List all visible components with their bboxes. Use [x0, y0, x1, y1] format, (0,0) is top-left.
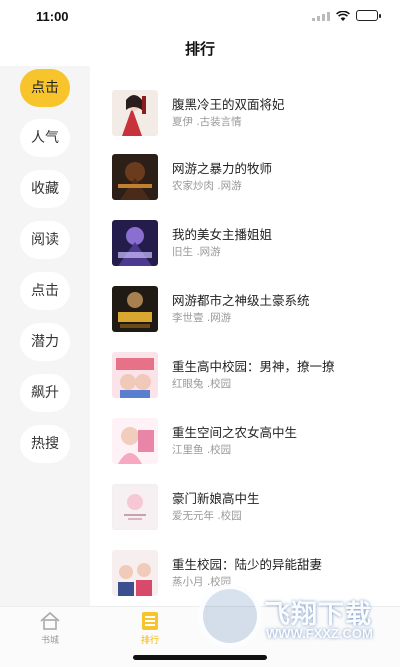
- book-title: 我的美女主播姐姐: [172, 227, 273, 242]
- tab-ranking[interactable]: 排行: [130, 611, 170, 646]
- book-item[interactable]: 网游之暴力的牧师 农家炒肉 .网游: [90, 154, 400, 220]
- book-meta: 江里鱼 .校园: [172, 444, 232, 456]
- status-time: 11:00: [36, 9, 69, 24]
- page-title: 排行: [184, 40, 215, 58]
- watermark: 飞翔下载 WWW.FXXZ.COM: [198, 582, 398, 652]
- book-cover: [112, 418, 158, 464]
- book-meta: 李世壹 .网游: [172, 312, 232, 324]
- book-item[interactable]: 我的美女主播姐姐 旧生 .网游: [90, 220, 400, 286]
- sidebar-item-hot-search[interactable]: 热搜: [20, 425, 70, 463]
- list-icon: [142, 612, 158, 630]
- book-title: 腹黑冷王的双面将妃: [172, 97, 285, 112]
- signal-icon: [312, 11, 330, 21]
- book-cover: [112, 286, 158, 332]
- nav-bar: 排行: [0, 32, 400, 66]
- status-bar: 11:00: [0, 0, 400, 32]
- battery-icon: [356, 10, 381, 21]
- book-title: 网游之暴力的牧师: [172, 161, 273, 176]
- sidebar-item-rising[interactable]: 飙升: [20, 374, 70, 412]
- book-title: 重生高中校园：男神，撩一撩: [172, 359, 335, 374]
- book-cover: [112, 484, 158, 530]
- book-item[interactable]: 豪门新娘高中生 爱无元年 .校园: [90, 484, 400, 550]
- sidebar-item-reads[interactable]: 阅读: [20, 221, 70, 259]
- book-cover: [112, 90, 158, 136]
- book-title: 豪门新娘高中生: [172, 491, 260, 506]
- book-item[interactable]: 腹黑冷王的双面将妃 夏伊 .古装言情: [90, 90, 400, 156]
- book-item[interactable]: 网游都市之神级土豪系统 李世壹 .网游: [90, 286, 400, 352]
- book-item[interactable]: 重生高中校园：男神，撩一撩 红眼兔 .校园: [90, 352, 400, 418]
- sidebar-item-potential[interactable]: 潜力: [20, 323, 70, 361]
- book-title: 重生校园：陆少的异能甜妻: [172, 557, 323, 572]
- wifi-icon: [336, 10, 350, 21]
- ranking-sidebar: 点击 人气 收藏 阅读 点击 潜力 飙升 热搜: [0, 66, 90, 606]
- watermark-url: WWW.FXXZ.COM: [266, 626, 373, 641]
- book-meta: 夏伊 .古装言情: [172, 116, 242, 128]
- status-icons: [312, 10, 381, 21]
- book-list: 腹黑冷王的双面将妃 夏伊 .古装言情 网游之暴力的牧师 农家炒肉 .网游 我的美…: [90, 66, 400, 606]
- tab-label: 书城: [40, 636, 59, 646]
- book-cover: [112, 154, 158, 200]
- home-indicator: [133, 655, 267, 660]
- tab-bookstore[interactable]: 书城: [30, 611, 70, 646]
- sidebar-item-popularity[interactable]: 人气: [20, 119, 70, 157]
- book-title: 重生空间之农女高中生: [172, 425, 298, 440]
- book-cover: [112, 352, 158, 398]
- book-cover: [112, 550, 158, 596]
- book-meta: 红眼兔 .校园: [172, 378, 232, 390]
- tab-label: 排行: [140, 636, 159, 646]
- book-meta: 爱无元年 .校园: [172, 510, 242, 522]
- sidebar-item-favorites[interactable]: 收藏: [20, 170, 70, 208]
- book-meta: 旧生 .网游: [172, 246, 221, 258]
- book-cover: [112, 220, 158, 266]
- sidebar-item-clicks-2[interactable]: 点击: [20, 272, 70, 310]
- book-title: 网游都市之神级土豪系统: [172, 293, 310, 308]
- sidebar-item-clicks[interactable]: 点击: [20, 69, 70, 107]
- home-icon: [40, 611, 60, 630]
- book-meta: 农家炒肉 .网游: [172, 180, 242, 192]
- book-item[interactable]: 重生空间之农女高中生 江里鱼 .校园: [90, 418, 400, 484]
- watermark-logo: [198, 584, 262, 648]
